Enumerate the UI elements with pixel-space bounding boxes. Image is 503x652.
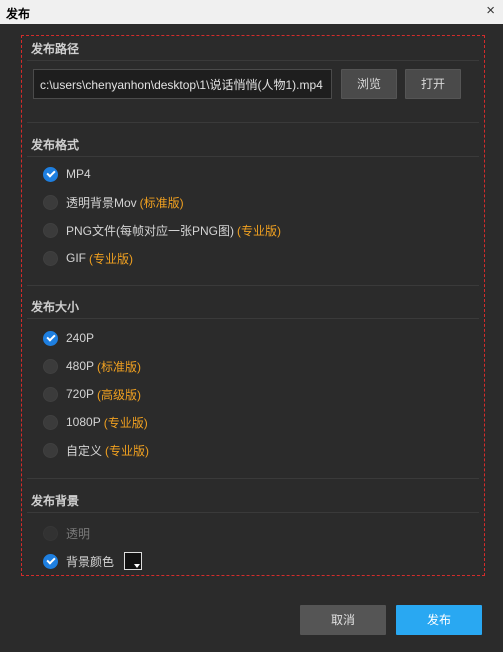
check-icon[interactable] (43, 553, 58, 569)
option-label: PNG文件(每帧对应一张PNG图) (66, 223, 235, 238)
color-picker-swatch[interactable] (124, 552, 143, 570)
radio-icon[interactable] (43, 222, 58, 238)
publish-button[interactable]: 发布 (396, 605, 482, 635)
option-label: 自定义 (66, 443, 103, 458)
edition-tag: (专业版) (105, 443, 150, 458)
check-icon[interactable] (43, 166, 58, 182)
path-divider (27, 60, 479, 61)
option-label: 透明背景Mov (66, 195, 137, 210)
edition-tag: (专业版) (103, 415, 148, 430)
option-label: 720P (66, 387, 95, 401)
path-input[interactable] (33, 69, 332, 99)
edition-tag: (高级版) (97, 387, 142, 402)
size-option-1080p[interactable]: 1080P (专业版) (43, 413, 148, 431)
background-divider (27, 512, 479, 513)
option-label: MP4 (66, 167, 91, 181)
background-section-title: 发布背景 (31, 494, 80, 508)
option-label: 1080P (66, 415, 101, 429)
format-option-gif[interactable]: GIF (专业版) (43, 249, 133, 267)
radio-icon (43, 525, 58, 541)
size-option-720p[interactable]: 720P (高级版) (43, 385, 141, 403)
edition-tag: (标准版) (139, 195, 184, 210)
format-section-title: 发布格式 (31, 138, 80, 152)
browse-button[interactable]: 浏览 (341, 69, 397, 99)
format-divider (27, 156, 479, 157)
edition-tag: (专业版) (89, 251, 133, 266)
section-divider (27, 285, 479, 286)
option-label: 240P (66, 331, 95, 345)
path-section-title: 发布路径 (31, 42, 80, 56)
background-option-transparent: 透明 (43, 524, 90, 542)
radio-icon[interactable] (43, 250, 58, 266)
format-option-mp4[interactable]: MP4 (43, 165, 91, 183)
option-label: 480P (66, 359, 95, 373)
close-icon[interactable]: × (486, 3, 495, 19)
edition-tag: (标准版) (97, 359, 142, 374)
size-option-480p[interactable]: 480P (标准版) (43, 357, 141, 375)
window-title: 发布 (6, 7, 31, 21)
section-divider (27, 478, 479, 479)
size-divider (27, 318, 479, 319)
radio-icon[interactable] (43, 194, 58, 210)
open-button[interactable]: 打开 (405, 69, 461, 99)
option-label: 背景颜色 (66, 554, 115, 569)
size-option-240p[interactable]: 240P (43, 329, 94, 347)
section-divider (27, 122, 479, 123)
title-bar: 发布 × (0, 0, 503, 24)
background-option-color[interactable]: 背景颜色 (43, 552, 143, 570)
format-option-mov[interactable]: 透明背景Mov (标准版) (43, 193, 184, 211)
option-label: GIF (66, 251, 86, 265)
size-option-custom[interactable]: 自定义 (专业版) (43, 441, 149, 459)
edition-tag: (专业版) (237, 223, 282, 238)
option-label: 透明 (66, 526, 91, 541)
radio-icon[interactable] (43, 358, 58, 374)
radio-icon[interactable] (43, 414, 58, 430)
radio-icon[interactable] (43, 386, 58, 402)
size-section-title: 发布大小 (31, 300, 80, 314)
content-frame (21, 35, 485, 576)
check-icon[interactable] (43, 330, 58, 346)
format-option-png[interactable]: PNG文件(每帧对应一张PNG图) (专业版) (43, 221, 281, 239)
cancel-button[interactable]: 取消 (300, 605, 386, 635)
radio-icon[interactable] (43, 442, 58, 458)
